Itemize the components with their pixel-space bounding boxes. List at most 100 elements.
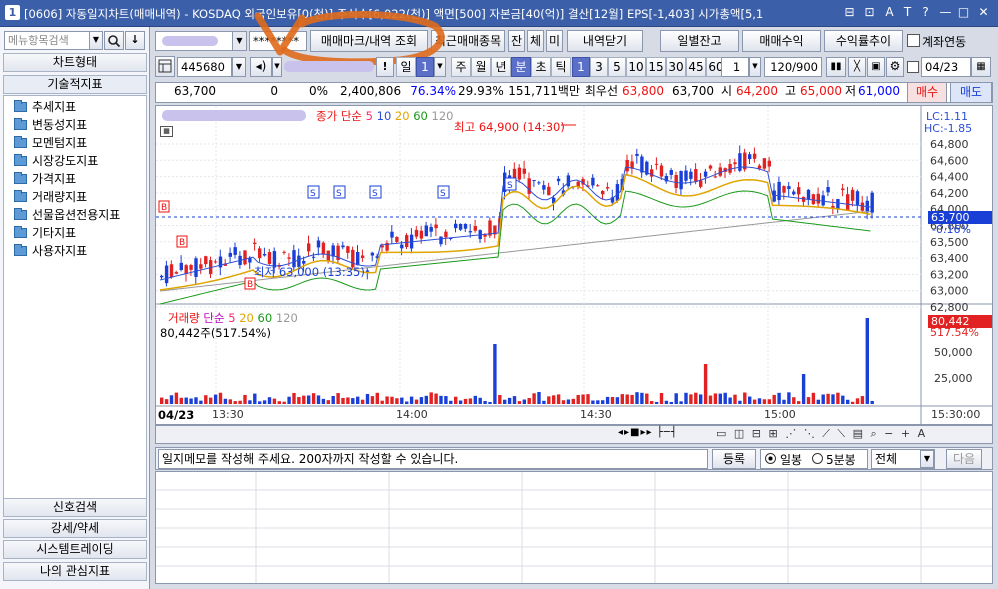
period-month[interactable]: 월 xyxy=(471,57,491,77)
calendar-icon[interactable]: ▦ xyxy=(971,57,991,77)
account-select[interactable]: ▼ xyxy=(155,31,247,51)
tree-item[interactable]: 기타지표 xyxy=(14,224,76,242)
buy-marker-label: B xyxy=(161,203,167,213)
my-indicator-tab[interactable]: 나의 관심지표 xyxy=(3,562,147,581)
technical-indicator-header[interactable]: 기술적지표 xyxy=(3,75,147,94)
date-checkbox[interactable] xyxy=(907,61,919,73)
restore-layout-icon[interactable]: ⊡ xyxy=(862,5,877,20)
range-input[interactable]: 120/900 xyxy=(764,57,822,77)
daily-radio[interactable] xyxy=(765,453,776,464)
close-button[interactable]: ✕ xyxy=(976,5,991,20)
tree-item[interactable]: 추세지표 xyxy=(14,98,76,116)
volume-bar xyxy=(356,396,360,404)
system-trading-tab[interactable]: 시스템트레이딩 xyxy=(3,540,147,559)
unit-count-input[interactable]: 1 xyxy=(721,57,749,77)
tree-item[interactable]: 선물옵션전용지표 xyxy=(14,206,120,224)
account-link-checkbox[interactable] xyxy=(907,34,920,47)
interval-3[interactable]: 3 xyxy=(590,57,608,77)
dropdown-icon[interactable]: ▼ xyxy=(232,57,246,77)
volume-bar xyxy=(674,393,678,404)
masked-stock-name xyxy=(284,61,374,72)
save-icon[interactable]: ▣ xyxy=(867,57,885,77)
daily-balance-button[interactable]: 일별잔고 xyxy=(660,30,739,52)
5min-radio[interactable] xyxy=(812,453,823,464)
search-icon[interactable] xyxy=(104,31,124,50)
chart-type-header[interactable]: 차트형태 xyxy=(3,53,147,72)
tree-item[interactable]: 모멘텀지표 xyxy=(14,134,87,152)
next-button[interactable]: 다음 xyxy=(946,449,982,469)
signal-search-tab[interactable]: 신호검색 xyxy=(3,498,147,517)
drawing-tools[interactable]: ▭ ◫ ⊟ ⊞ ⋰ ⋱ ⟋ ⟍ ▤ ⌕ − + A xyxy=(716,427,927,441)
period-day[interactable]: 일 xyxy=(396,57,416,77)
tree-item[interactable]: 시장강도지표 xyxy=(14,152,98,170)
memo-input[interactable]: 일지메모를 작성해 주세요. 200자까지 작성할 수 있습니다. xyxy=(158,449,708,469)
period-count[interactable]: 1 xyxy=(416,57,434,77)
dropdown-icon[interactable]: ▼ xyxy=(920,450,934,468)
speaker-icon[interactable]: ◂) xyxy=(250,57,272,77)
y-tick: 62,800 xyxy=(930,301,969,314)
volume-bar xyxy=(164,399,169,404)
tree-item[interactable]: 사용자지표 xyxy=(14,242,87,260)
period-week[interactable]: 주 xyxy=(451,57,471,77)
tree-item[interactable]: 가격지표 xyxy=(14,170,76,188)
y-tick: 64,200 xyxy=(930,187,969,200)
scroll-controls[interactable]: ◂▸■▸▸ ├─┤ xyxy=(618,427,678,438)
volume-bar xyxy=(782,399,786,404)
sell-button[interactable]: 매도 xyxy=(950,82,992,103)
chart-area[interactable]: 64,800 64,600 64,400 64,200 64,000 63,800 63,5… xyxy=(155,105,993,425)
dropdown-icon[interactable]: ▼ xyxy=(89,31,103,50)
interval-5[interactable]: 5 xyxy=(608,57,626,77)
interval-1[interactable]: 1 xyxy=(572,57,590,77)
tree-item[interactable]: 거래량지표 xyxy=(14,188,87,206)
arrow-down-icon[interactable]: ↓ xyxy=(125,31,145,50)
tree-item[interactable]: 변동성지표 xyxy=(14,116,87,134)
memo-grid[interactable] xyxy=(155,471,993,584)
volume-bar xyxy=(454,396,458,404)
font-size-icon[interactable]: A xyxy=(882,5,897,20)
period-year[interactable]: 년 xyxy=(491,57,511,77)
tile-icon[interactable]: ⊟ xyxy=(842,5,857,20)
text-icon[interactable]: T xyxy=(900,5,915,20)
dropdown-icon: ▼ xyxy=(232,32,246,50)
cross-icon[interactable]: ╳ xyxy=(848,57,866,77)
yield-trend-button[interactable]: 수익률추이 xyxy=(824,30,903,52)
vol-tick: 25,000 xyxy=(934,372,973,385)
trade-profit-button[interactable]: 매매수익 xyxy=(742,30,821,52)
register-button[interactable]: 등록 xyxy=(712,449,756,469)
minimize-button[interactable]: — xyxy=(938,5,953,20)
volume-bar xyxy=(267,397,272,404)
unfilled-button[interactable]: 미 xyxy=(546,30,563,52)
grid-toggle-icon[interactable]: ▦ xyxy=(160,126,173,137)
alert-icon[interactable]: ! xyxy=(376,57,394,77)
balance-button[interactable]: 잔 xyxy=(508,30,525,52)
x-last-label: 15:30:00 xyxy=(931,408,981,421)
interval-15[interactable]: 15 xyxy=(646,57,666,77)
help-icon[interactable]: ? xyxy=(918,5,933,20)
date-input[interactable]: 04/23 xyxy=(921,57,971,77)
bar-settings-icon[interactable]: ▮▮ xyxy=(826,57,846,77)
stock-code-input[interactable]: 445680 xyxy=(177,57,232,77)
folder-icon xyxy=(14,190,27,202)
interval-30[interactable]: 30 xyxy=(666,57,686,77)
current-pct-tag: -0.16% xyxy=(932,223,971,236)
gear-icon[interactable]: ⚙ xyxy=(886,57,904,77)
candle-body xyxy=(189,265,193,270)
interval-45[interactable]: 45 xyxy=(686,57,706,77)
period-second[interactable]: 초 xyxy=(531,57,551,77)
dropdown-icon[interactable]: ▼ xyxy=(749,57,761,77)
volume-bar xyxy=(846,399,850,404)
maximize-button[interactable]: □ xyxy=(956,5,971,20)
interval-10[interactable]: 10 xyxy=(626,57,646,77)
period-tick[interactable]: 틱 xyxy=(551,57,571,77)
dropdown-icon[interactable]: ▼ xyxy=(434,57,446,77)
layout-icon[interactable] xyxy=(155,56,175,77)
period-minute[interactable]: 분 xyxy=(511,57,531,77)
menu-search-input[interactable]: 메뉴항목검색 xyxy=(4,31,90,50)
close-history-button[interactable]: 내역닫기 xyxy=(567,30,643,52)
strength-tab[interactable]: 강세/약세 xyxy=(3,519,147,538)
dropdown-icon[interactable]: ▼ xyxy=(272,57,282,77)
volume-bar xyxy=(390,396,394,404)
filled-button[interactable]: 체 xyxy=(527,30,544,52)
buy-button[interactable]: 매수 xyxy=(907,82,947,103)
low-price: 61,000 xyxy=(858,84,900,98)
